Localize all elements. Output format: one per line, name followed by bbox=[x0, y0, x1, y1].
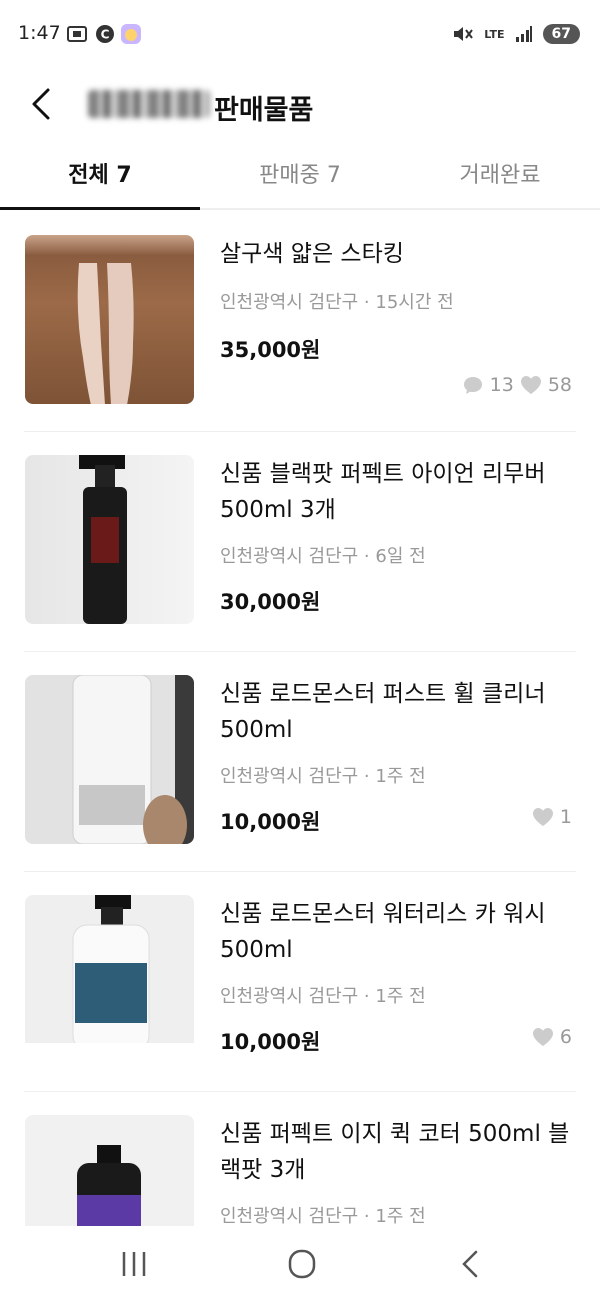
back-icon[interactable] bbox=[450, 1248, 490, 1280]
like-count: 1 bbox=[559, 806, 572, 828]
item-title: 신품 블랙팟 퍼펙트 아이언 리무버 500ml 3개 bbox=[220, 461, 546, 523]
heart-icon bbox=[520, 376, 541, 394]
product-thumbnail bbox=[25, 455, 194, 624]
list-item[interactable]: 살구색 얇은 스타킹 인천광역시 검단구 · 15시간 전 35,000원 13… bbox=[24, 212, 576, 432]
item-counts: 13 58 bbox=[462, 374, 572, 396]
status-bar: 1:47 C LTE 67 bbox=[0, 0, 600, 66]
purple-bottle-image bbox=[77, 1145, 141, 1226]
product-thumbnail bbox=[25, 235, 194, 404]
item-title: 신품 로드몬스터 워터리스 카 워시 500ml bbox=[220, 901, 546, 963]
item-location: 인천광역시 검단구 · 1주 전 bbox=[220, 986, 426, 1007]
like-count: 58 bbox=[547, 374, 572, 396]
item-location: 인천광역시 검단구 · 15시간 전 bbox=[220, 292, 454, 313]
system-nav-bar bbox=[0, 1226, 600, 1300]
like-count: 6 bbox=[559, 1026, 572, 1048]
item-title: 신품 로드몬스터 퍼스트 휠 클리너 500ml bbox=[220, 681, 546, 743]
svg-text:C: C bbox=[101, 28, 110, 42]
product-list: 살구색 얇은 스타킹 인천광역시 검단구 · 15시간 전 35,000원 13… bbox=[0, 212, 600, 1226]
black-bottle-image bbox=[79, 455, 127, 624]
clear-bottle-image bbox=[25, 675, 194, 844]
list-item[interactable]: 신품 퍼펙트 이지 퀵 코터 500ml 블랙팟 3개 인천광역시 검단구 · … bbox=[24, 1092, 576, 1226]
item-location: 인천광역시 검단구 · 1주 전 bbox=[220, 766, 426, 787]
item-location: 인천광역시 검단구 · 6일 전 bbox=[220, 546, 426, 567]
tab-bar: 전체 7 판매중 7 거래완료 bbox=[0, 144, 600, 210]
item-counts: 6 bbox=[532, 1026, 572, 1048]
network-label: LTE bbox=[484, 27, 505, 41]
list-item[interactable]: 신품 블랙팟 퍼펙트 아이언 리무버 500ml 3개 인천광역시 검단구 · … bbox=[24, 432, 576, 652]
product-thumbnail bbox=[25, 895, 194, 1064]
tab-completed[interactable]: 거래완료 bbox=[400, 144, 600, 210]
chevron-left-icon[interactable] bbox=[24, 84, 64, 124]
chat-bubble-icon bbox=[463, 377, 482, 394]
product-thumbnail bbox=[25, 1115, 194, 1226]
item-price: 10,000원 bbox=[220, 1030, 321, 1054]
stockings-image bbox=[77, 263, 134, 404]
item-title: 신품 퍼펙트 이지 퀵 코터 500ml 블랙팟 3개 bbox=[220, 1121, 570, 1183]
status-time: 1:47 bbox=[18, 22, 61, 44]
recent-apps-icon[interactable] bbox=[114, 1248, 154, 1280]
chat-count: 13 bbox=[489, 374, 514, 396]
item-price: 35,000원 bbox=[220, 338, 321, 362]
status-icons: LTE 67 bbox=[452, 22, 580, 46]
item-price: 30,000원 bbox=[220, 590, 321, 614]
heart-icon bbox=[532, 1028, 553, 1046]
white-bottle-image bbox=[25, 895, 194, 1064]
page-title: 판매물품 bbox=[214, 95, 314, 126]
product-thumbnail bbox=[25, 675, 194, 844]
item-location: 인천광역시 검단구 · 1주 전 bbox=[220, 1206, 426, 1226]
page-header: 판매물품 bbox=[0, 66, 600, 144]
item-title: 살구색 얇은 스타킹 bbox=[220, 241, 404, 267]
battery-level: 67 bbox=[542, 24, 580, 44]
blurred-seller-name bbox=[88, 90, 210, 118]
item-price: 10,000원 bbox=[220, 810, 321, 834]
signal-icon bbox=[515, 26, 532, 42]
list-item[interactable]: 신품 로드몬스터 퍼스트 휠 클리너 500ml 인천광역시 검단구 · 1주 … bbox=[24, 652, 576, 872]
tab-all[interactable]: 전체 7 bbox=[0, 144, 200, 210]
screenshot-icon bbox=[67, 26, 87, 42]
mute-icon bbox=[454, 27, 474, 41]
home-icon[interactable] bbox=[282, 1248, 322, 1280]
heart-icon bbox=[532, 808, 553, 826]
list-item[interactable]: 신품 로드몬스터 워터리스 카 워시 500ml 인천광역시 검단구 · 1주 … bbox=[24, 872, 576, 1092]
tab-on-sale[interactable]: 판매중 7 bbox=[200, 144, 400, 210]
item-counts: 1 bbox=[532, 806, 572, 828]
app-notification-icon bbox=[121, 24, 141, 44]
c-app-icon: C bbox=[96, 25, 114, 43]
